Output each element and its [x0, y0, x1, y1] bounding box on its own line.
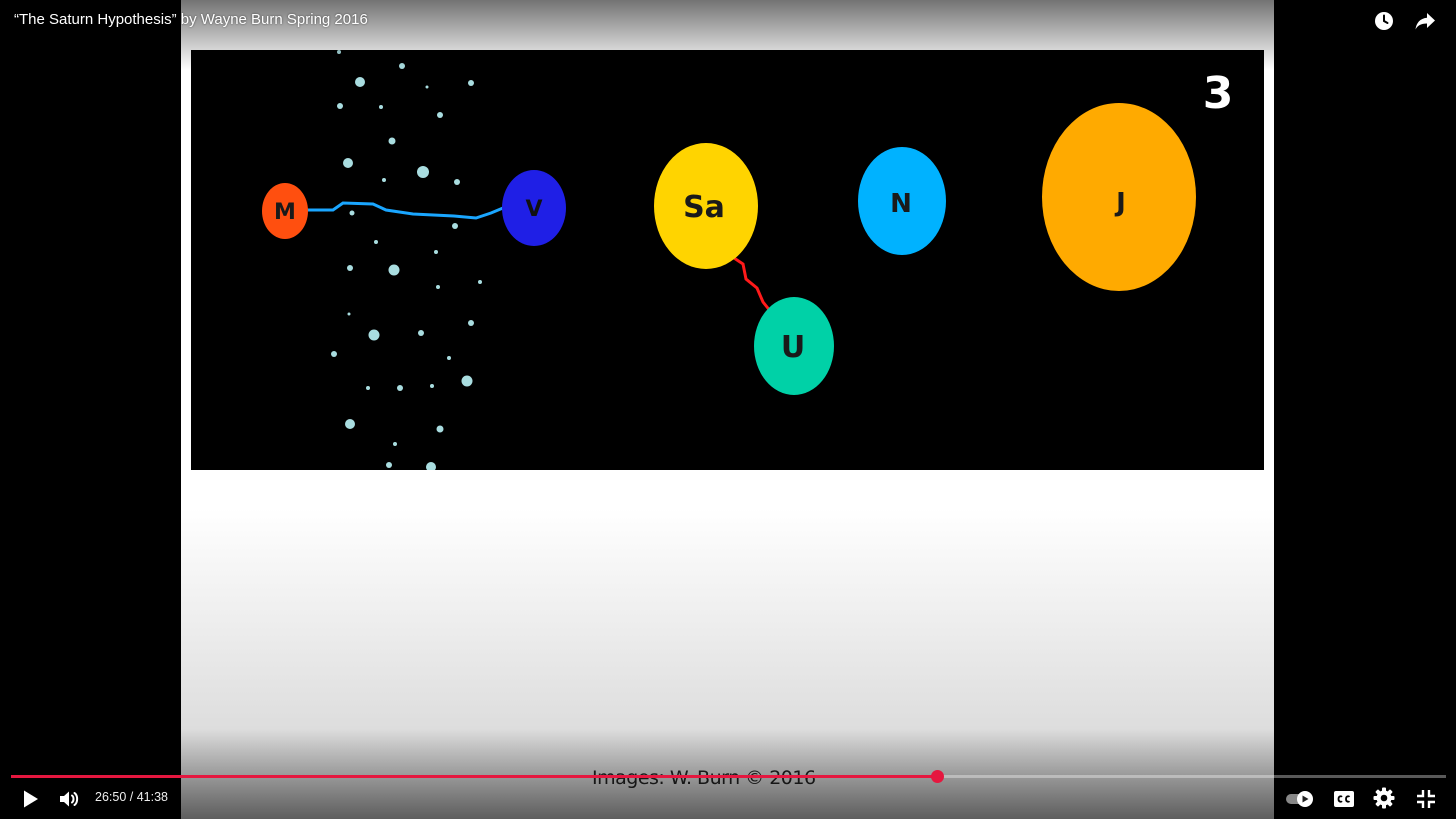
subtitles-button[interactable] [1332, 787, 1356, 811]
settings-icon [1373, 787, 1395, 809]
duration: 41:38 [136, 790, 168, 804]
share-icon [1415, 13, 1435, 30]
planet-v: V [502, 170, 566, 246]
progress-played [11, 775, 937, 778]
planet-u: U [754, 297, 834, 395]
play-button[interactable] [18, 787, 42, 811]
settings-button[interactable] [1372, 786, 1396, 810]
planet-m: M [262, 183, 308, 239]
venus-mars-link [307, 201, 504, 220]
planet-m-label: M [274, 200, 296, 225]
planet-j: J [1042, 103, 1196, 291]
planet-sa: Sa [654, 143, 758, 269]
time-display: 26:50 / 41:38 [95, 790, 168, 804]
slide-number: 3 [1203, 68, 1234, 119]
planet-j-label: J [1114, 188, 1126, 218]
watch-later-icon [1375, 12, 1393, 30]
planet-u-label: U [781, 330, 805, 365]
planet-sa-label: Sa [683, 190, 725, 225]
planet-n: N [858, 147, 946, 255]
volume-icon [60, 791, 79, 807]
saturn-uranus-link [733, 256, 773, 313]
autoplay-toggle-icon [1286, 791, 1313, 807]
time-separator: / [126, 790, 137, 804]
share-button[interactable] [1413, 9, 1437, 33]
subtitles-icon [1334, 791, 1354, 807]
current-time: 26:50 [95, 790, 127, 804]
play-icon [24, 790, 38, 808]
solar-system-diagram: M V Sa N J U 3 [262, 50, 1234, 470]
watch-later-button[interactable] [1372, 9, 1396, 33]
asteroid-belt [331, 50, 482, 470]
planet-v-label: V [525, 197, 542, 222]
slide-image: M V Sa N J U 3 [191, 50, 1264, 470]
exit-fullscreen-button[interactable] [1414, 787, 1438, 811]
exit-fullscreen-icon [1417, 790, 1435, 808]
autoplay-toggle[interactable] [1285, 788, 1315, 810]
volume-button[interactable] [57, 787, 83, 811]
planet-n-label: N [890, 189, 912, 219]
progress-bar[interactable] [11, 770, 1446, 783]
progress-scrubber[interactable] [930, 770, 944, 783]
video-title[interactable]: “The Saturn Hypothesis” by Wayne Burn Sp… [14, 11, 368, 28]
image-credit: Images: W. Burn © 2016 [592, 767, 816, 789]
